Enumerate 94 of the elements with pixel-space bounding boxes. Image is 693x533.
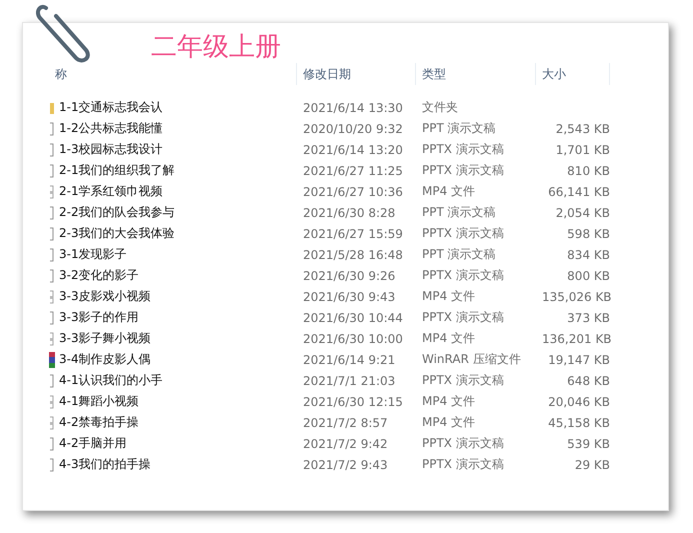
file-type: MP4 文件 — [421, 330, 476, 347]
file-size: 29 KB — [574, 458, 610, 472]
file-size: 20,046 KB — [547, 394, 610, 408]
file-name[interactable]: 2-3我们的大会我体验 — [59, 225, 175, 242]
column-heading[interactable]: 类型 — [416, 63, 536, 85]
file-name[interactable]: 3-3影子的作用 — [59, 309, 139, 326]
column-heading[interactable]: 修改日期 — [297, 63, 416, 85]
file-size: 810 KB — [566, 164, 610, 178]
file-type: PPTX 演示文稿 — [421, 309, 505, 326]
modified-date: 2021/6/30 9:43 — [302, 290, 396, 304]
file-name[interactable]: 3-4制作皮影人偶 — [59, 351, 151, 368]
folder-title: 二年级上册 — [151, 31, 282, 63]
video-file-icon — [49, 416, 55, 430]
modified-date: 2021/6/30 10:44 — [302, 310, 404, 324]
modified-date: 2021/6/27 11:25 — [302, 164, 404, 178]
document-icon — [49, 248, 55, 262]
file-type: PPTX 演示文稿 — [421, 225, 505, 242]
file-type: PPT 演示文稿 — [421, 120, 497, 137]
file-size: 598 KB — [566, 226, 610, 240]
modified-date: 2021/6/27 10:36 — [302, 184, 404, 198]
document-icon — [49, 310, 55, 324]
video-file-icon — [49, 290, 55, 304]
file-type: PPTX 演示文稿 — [421, 372, 505, 389]
file-size: 539 KB — [566, 436, 610, 450]
file-name[interactable]: 4-2禁毒拍手操 — [59, 414, 139, 431]
video-file-icon — [49, 184, 55, 198]
file-type: MP4 文件 — [421, 183, 476, 200]
document-icon — [49, 206, 55, 220]
document-icon — [49, 268, 55, 282]
file-size: 834 KB — [566, 248, 610, 262]
file-name[interactable]: 3-3影子舞小视频 — [59, 330, 151, 347]
modified-date: 2021/7/2 9:43 — [302, 458, 389, 472]
file-name[interactable]: 2-2我们的队会我参与 — [59, 204, 175, 221]
file-name[interactable]: 2-1我们的组织我了解 — [59, 162, 175, 179]
file-size: 373 KB — [566, 310, 610, 324]
file-type: 文件夹 — [421, 99, 459, 116]
column-heading[interactable]: 称 — [49, 63, 297, 85]
file-name[interactable]: 4-1舞蹈小视频 — [59, 393, 139, 410]
file-name[interactable]: 3-2变化的影子 — [59, 267, 139, 284]
video-file-icon — [49, 332, 55, 346]
document-icon — [49, 142, 55, 156]
modified-date: 2021/7/2 8:57 — [302, 416, 389, 430]
file-type: PPTX 演示文稿 — [421, 456, 505, 473]
file-type: MP4 文件 — [421, 393, 476, 410]
file-size: 1,701 KB — [554, 142, 610, 156]
file-size: 2,543 KB — [554, 122, 610, 136]
folder-icon — [49, 100, 55, 114]
file-type: PPTX 演示文稿 — [421, 141, 505, 158]
modified-date: 2020/10/20 9:32 — [302, 122, 404, 136]
archive-icon — [49, 352, 55, 368]
modified-date: 2021/6/30 9:26 — [302, 268, 396, 282]
file-type: PPTX 演示文稿 — [421, 435, 505, 452]
file-name[interactable]: 1-2公共标志我能懂 — [59, 120, 163, 137]
file-type: PPT 演示文稿 — [421, 204, 497, 221]
file-type: MP4 文件 — [421, 288, 476, 305]
file-name[interactable]: 3-1发现影子 — [59, 246, 127, 263]
file-name[interactable]: 4-2手脑并用 — [59, 435, 127, 452]
file-size: 2,054 KB — [554, 206, 610, 220]
modified-date: 2021/6/30 10:00 — [302, 332, 404, 346]
file-name[interactable]: 2-1学系红领巾视频 — [59, 183, 163, 200]
file-size: 45,158 KB — [547, 416, 610, 430]
modified-date: 2021/7/2 9:42 — [302, 436, 389, 450]
document-icon — [49, 164, 55, 178]
modified-date: 2021/6/30 12:15 — [302, 394, 404, 408]
modified-date: 2021/6/14 13:20 — [302, 142, 404, 156]
file-size: 648 KB — [566, 374, 610, 388]
modified-date: 2021/6/30 8:28 — [302, 206, 396, 220]
modified-date: 2021/7/1 21:03 — [302, 374, 396, 388]
file-size: 136,201 KB — [541, 332, 610, 346]
file-name[interactable]: 1-3校园标志我设计 — [59, 141, 163, 158]
file-name[interactable]: 4-1认识我们的小手 — [59, 372, 163, 389]
file-size: 19,147 KB — [547, 352, 610, 366]
document-icon — [49, 436, 55, 450]
document-icon — [49, 122, 55, 136]
modified-date: 2021/5/28 16:48 — [302, 248, 404, 262]
file-size: 800 KB — [566, 268, 610, 282]
file-name[interactable]: 4-3我们的拍手操 — [59, 456, 151, 473]
modified-date: 2021/6/27 15:59 — [302, 226, 404, 240]
document-icon — [49, 374, 55, 388]
file-name[interactable]: 3-3皮影戏小视频 — [59, 288, 151, 305]
modified-date: 2021/6/14 9:21 — [302, 352, 396, 366]
modified-date: 2021/6/14 13:30 — [302, 100, 404, 114]
file-type: PPT 演示文稿 — [421, 246, 497, 263]
document-icon — [49, 458, 55, 472]
file-type: MP4 文件 — [421, 414, 476, 431]
file-type: PPTX 演示文稿 — [421, 162, 505, 179]
file-name[interactable]: 1-1交通标志我会认 — [59, 99, 163, 116]
file-type: WinRAR 压缩文件 — [421, 351, 522, 368]
video-file-icon — [49, 394, 55, 408]
file-size: 66,141 KB — [547, 184, 610, 198]
document-icon — [49, 226, 55, 240]
file-type: PPTX 演示文稿 — [421, 267, 505, 284]
file-size: 135,026 KB — [541, 290, 610, 304]
column-heading[interactable]: 大小 — [536, 63, 610, 85]
